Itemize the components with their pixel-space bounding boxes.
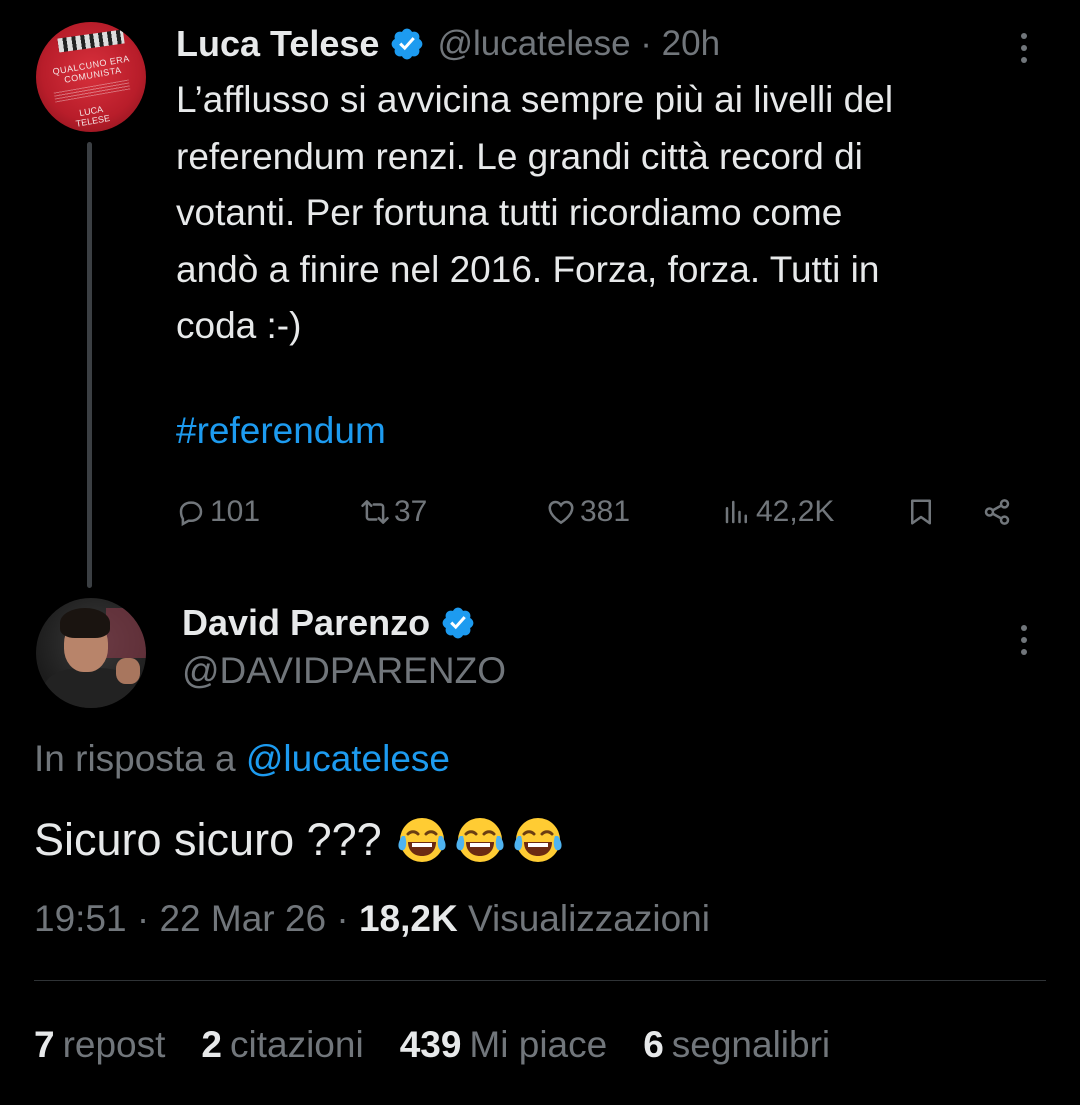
reply-timestamp[interactable]: 19:51 · 22 Mar 26 · [34, 898, 359, 939]
reply-icon [179, 501, 203, 527]
repost-icon [361, 500, 389, 524]
views-icon [725, 500, 747, 524]
in-reply-to: In risposta a @lucatelese [34, 738, 450, 780]
like-icon [548, 500, 574, 525]
reply-metadata: 19:51 · 22 Mar 26 · 18,2K Visualizzazion… [34, 898, 710, 940]
thread-connector-line [87, 142, 92, 588]
stat-reposts[interactable]: 7 repost [34, 1024, 165, 1066]
author-name[interactable]: Luca Telese [176, 23, 379, 65]
share-button[interactable] [982, 490, 1016, 534]
reply-text: Sicuro sicuro ??? [34, 814, 382, 865]
stat-label: citazioni [230, 1024, 364, 1065]
like-button[interactable]: 381 [546, 490, 630, 534]
views-count: 42,2K [756, 495, 835, 528]
avatar-hand [116, 658, 140, 684]
author-handle-time[interactable]: @lucatelese · 20h [437, 24, 720, 64]
in-reply-mention-link[interactable]: @lucatelese [246, 738, 450, 779]
tweet-text: L’afflusso si avvicina sempre più ai liv… [176, 79, 894, 346]
laughing-tears-emoji [398, 818, 446, 862]
repost-count: 37 [394, 495, 428, 528]
stat-label: repost [62, 1024, 166, 1065]
reply-text-row: Sicuro sicuro ??? [34, 814, 564, 866]
verified-badge-icon [392, 28, 423, 60]
repost-button[interactable]: 37 [360, 490, 427, 534]
views-button[interactable]: 42,2K [722, 490, 834, 534]
more-options-icon[interactable] [1010, 28, 1038, 68]
more-options-icon[interactable] [1010, 620, 1038, 660]
divider [34, 980, 1046, 981]
avatar-book-author: LUCA TELESE [74, 104, 111, 129]
stat-count: 7 [34, 1024, 55, 1065]
reply-author-name[interactable]: David Parenzo [182, 602, 430, 644]
reply-views-count: 18,2K [358, 898, 458, 939]
stat-count: 2 [201, 1024, 222, 1065]
bookmark-button[interactable] [906, 490, 940, 534]
in-reply-prefix: In risposta a [34, 738, 236, 779]
reply-author-row: David Parenzo [182, 600, 476, 646]
stat-label: segnalibri [671, 1024, 831, 1065]
laughing-tears-emoji [514, 818, 562, 862]
stat-quotes[interactable]: 2 citazioni [201, 1024, 363, 1066]
stat-count: 439 [399, 1024, 462, 1065]
bookmark-icon [911, 499, 931, 525]
book-cover-pattern [57, 29, 125, 53]
reply-button[interactable]: 101 [176, 490, 260, 534]
stat-label: Mi piace [469, 1024, 608, 1065]
reply-count: 101 [210, 495, 261, 528]
hashtag-link[interactable]: #referendum [176, 410, 386, 452]
like-count: 381 [580, 495, 631, 528]
engagement-stats: 7 repost 2 citazioni 439 Mi piace 6 segnalib… [34, 1024, 866, 1066]
reply-author-handle[interactable]: @DAVIDPARENZO [182, 650, 506, 692]
avatar-david-parenzo[interactable] [36, 598, 146, 708]
avatar-luca-telese[interactable]: QUALCUNO ERA COMUNISTA LUCA TELESE [36, 22, 146, 132]
avatar-hair [60, 608, 110, 638]
share-icon [984, 499, 1010, 525]
tweet-action-bar: 101 37 381 42,2K [176, 490, 1036, 534]
tweet-header: Luca Telese @lucatelese · 20h [176, 22, 720, 66]
reply-views-label: Visualizzazioni [467, 898, 710, 939]
laughing-tears-emoji [456, 818, 504, 862]
stat-bookmarks[interactable]: 6 segnalibri [643, 1024, 830, 1066]
verified-badge-icon [442, 607, 474, 639]
stat-likes[interactable]: 439 Mi piace [400, 1024, 608, 1066]
avatar-background [106, 608, 146, 658]
stat-count: 6 [643, 1024, 664, 1065]
